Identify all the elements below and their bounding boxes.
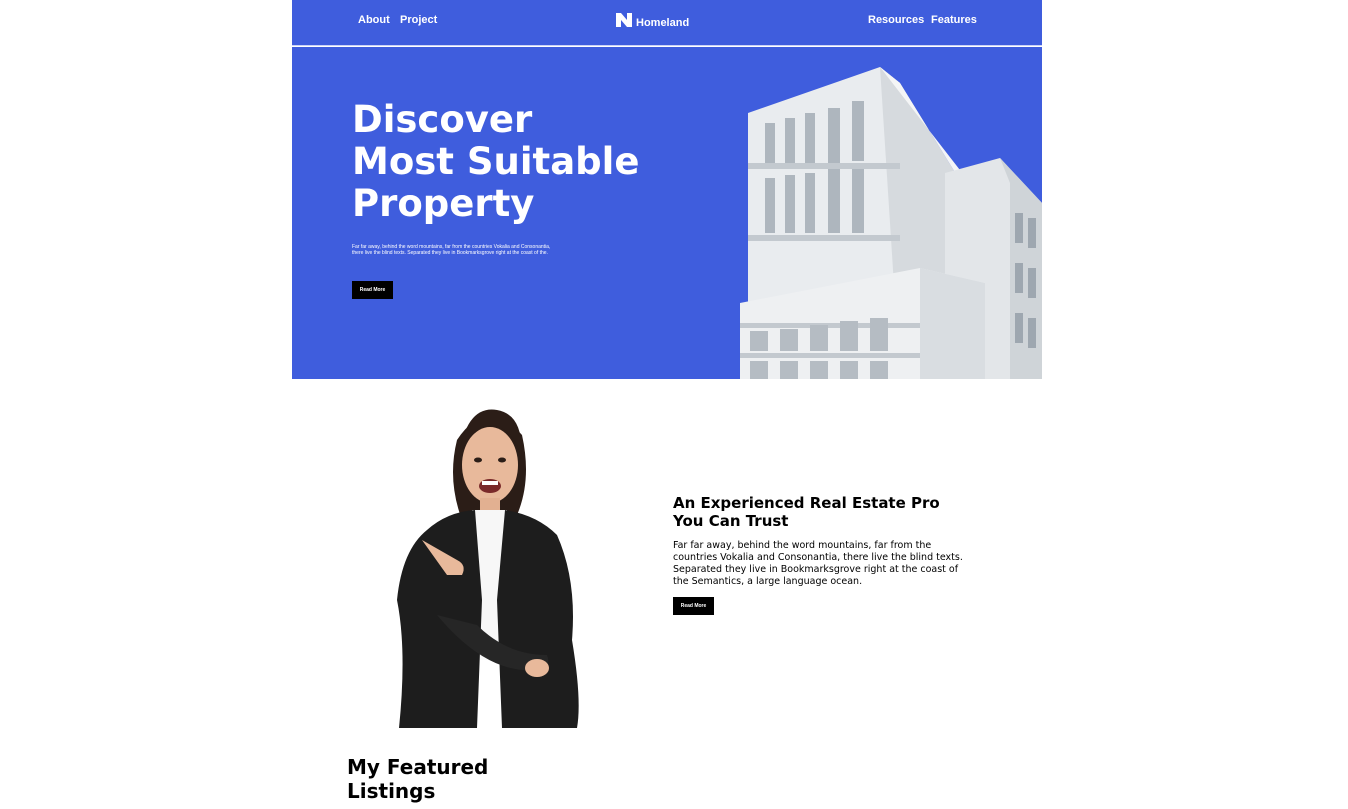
nav-link-project[interactable]: Project (400, 14, 437, 26)
hero-description: Far far away, behind the word mountains,… (352, 244, 551, 256)
about-description: Far far away, behind the word mountains,… (673, 540, 963, 587)
about-read-more-button[interactable]: Read More (673, 597, 714, 615)
hero-section: Discover Most Suitable Property Far far … (292, 47, 1042, 379)
hero-title-line: Most Suitable (352, 140, 640, 183)
logo-text: Homeland (636, 17, 690, 29)
n-logo-icon (616, 13, 632, 27)
site-header: About Project Homeland Resources Feature… (292, 0, 1042, 46)
hero-title-line: Property (352, 182, 535, 225)
hero-read-more-button[interactable]: Read More (352, 281, 393, 299)
white-modern-building-image (740, 67, 1042, 379)
hero-title-line: Discover (352, 98, 533, 141)
featured-listings-title: My Featured Listings (347, 755, 489, 803)
nav-link-about[interactable]: About (358, 14, 390, 26)
hero-title: Discover Most Suitable Property (352, 99, 672, 225)
nav-link-features[interactable]: Features (931, 14, 977, 26)
nav-link-resources[interactable]: Resources (868, 14, 924, 26)
about-title: An Experienced Real Estate Pro You Can T… (673, 494, 940, 530)
smiling-real-estate-agent-image (397, 409, 579, 728)
